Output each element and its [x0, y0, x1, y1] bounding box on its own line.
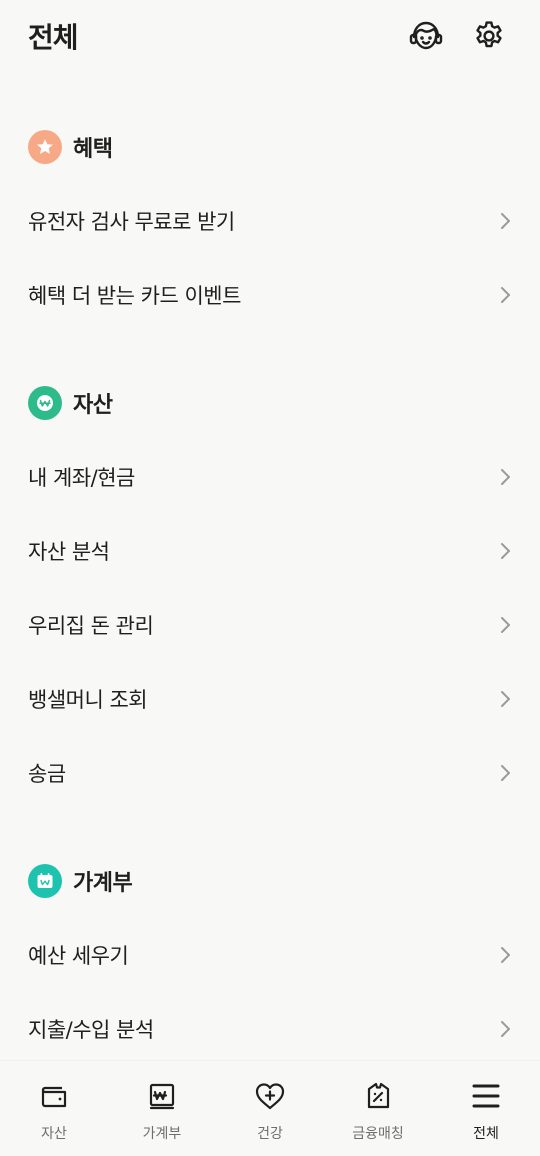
- menu-content: 혜택 유전자 검사 무료로 받기 혜택 더 받는 카드 이벤트 자산 내 계좌/…: [0, 110, 540, 1060]
- bottom-navigation: 자산 가계부 건강 금융매칭 전체: [0, 1060, 540, 1156]
- menu-item-spending-analysis[interactable]: 지출/수입 분석: [0, 992, 540, 1060]
- nav-tab-health[interactable]: 건강: [216, 1061, 324, 1156]
- menu-item-household-money[interactable]: 우리집 돈 관리: [0, 588, 540, 662]
- menu-icon: [469, 1079, 503, 1113]
- menu-item-label: 우리집 돈 관리: [28, 614, 154, 638]
- menu-item-label: 뱅샐머니 조회: [28, 688, 148, 712]
- nav-label: 금융매칭: [352, 1126, 404, 1142]
- menu-item-banksalad-money[interactable]: 뱅샐머니 조회: [0, 662, 540, 736]
- menu-item-label: 예산 세우기: [28, 944, 129, 968]
- nav-tab-all[interactable]: 전체: [432, 1061, 540, 1156]
- section-title: 가계부: [73, 871, 133, 896]
- menu-item-budget[interactable]: 예산 세우기: [0, 918, 540, 992]
- section-title: 자산: [73, 393, 113, 418]
- coupon-percent-icon: [361, 1079, 395, 1113]
- nav-label: 자산: [41, 1126, 67, 1142]
- menu-item-genetic-test[interactable]: 유전자 검사 무료로 받기: [0, 184, 540, 258]
- menu-item-transfer[interactable]: 송금: [0, 736, 540, 810]
- menu-item-label: 유전자 검사 무료로 받기: [28, 210, 235, 234]
- chevron-right-icon: [501, 947, 510, 963]
- chevron-right-icon: [501, 469, 510, 485]
- nav-tab-finance-matching[interactable]: 금융매칭: [324, 1061, 432, 1156]
- nav-tab-assets[interactable]: 자산: [0, 1061, 108, 1156]
- chevron-right-icon: [501, 543, 510, 559]
- wallet-icon: [37, 1079, 71, 1113]
- chevron-right-icon: [501, 213, 510, 229]
- section-header: 혜택: [0, 110, 540, 184]
- nav-tab-ledger[interactable]: 가계부: [108, 1061, 216, 1156]
- menu-item-label: 송금: [28, 762, 66, 786]
- menu-item-my-account[interactable]: 내 계좌/현금: [0, 440, 540, 514]
- section-ledger: 가계부 예산 세우기 지출/수입 분석: [0, 844, 540, 1060]
- calendar-won-icon: [28, 864, 62, 898]
- app-header: 전체: [0, 0, 540, 72]
- nav-label: 건강: [257, 1126, 283, 1142]
- ledger-icon: [145, 1079, 179, 1113]
- chevron-right-icon: [501, 765, 510, 781]
- nav-label: 전체: [473, 1126, 499, 1142]
- menu-item-label: 내 계좌/현금: [28, 466, 135, 490]
- menu-item-card-event[interactable]: 혜택 더 받는 카드 이벤트: [0, 258, 540, 332]
- chevron-right-icon: [501, 1021, 510, 1037]
- settings-gear-icon[interactable]: [469, 16, 509, 56]
- menu-item-asset-analysis[interactable]: 자산 분석: [0, 514, 540, 588]
- chevron-right-icon: [501, 691, 510, 707]
- nav-label: 가계부: [142, 1126, 182, 1142]
- star-badge-icon: [28, 130, 62, 164]
- section-assets: 자산 내 계좌/현금 자산 분석 우리집 돈 관리 뱅샐머니 조회 송금: [0, 366, 540, 810]
- won-coin-icon: [28, 386, 62, 420]
- page-title: 전체: [28, 21, 79, 54]
- menu-item-label: 지출/수입 분석: [28, 1018, 154, 1042]
- menu-item-label: 자산 분석: [28, 540, 110, 564]
- chevron-right-icon: [501, 617, 510, 633]
- section-title: 혜택: [73, 137, 113, 162]
- menu-item-label: 혜택 더 받는 카드 이벤트: [28, 284, 241, 308]
- section-header: 자산: [0, 366, 540, 440]
- section-header: 가계부: [0, 844, 540, 918]
- section-benefits: 혜택 유전자 검사 무료로 받기 혜택 더 받는 카드 이벤트: [0, 110, 540, 332]
- heart-plus-icon: [253, 1079, 287, 1113]
- chevron-right-icon: [501, 287, 510, 303]
- customer-support-icon[interactable]: [406, 16, 446, 56]
